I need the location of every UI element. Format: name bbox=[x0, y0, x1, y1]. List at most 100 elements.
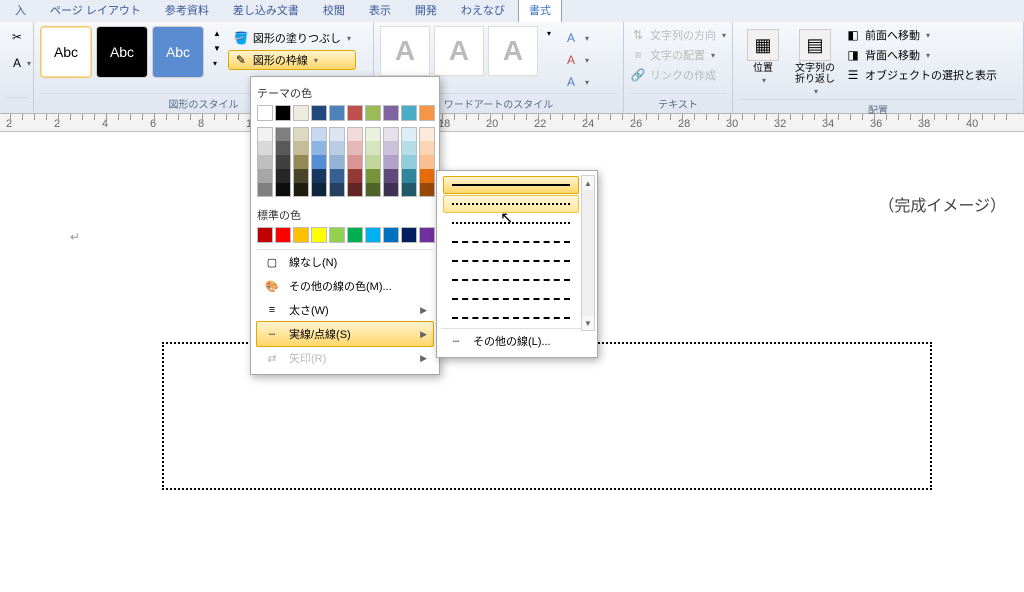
wordart-preset-2[interactable]: A bbox=[434, 26, 484, 76]
color-swatch[interactable] bbox=[347, 141, 363, 155]
color-swatch[interactable] bbox=[347, 127, 363, 141]
selection-pane-button[interactable]: ☰オブジェクトの選択と表示 bbox=[843, 66, 999, 84]
color-swatch[interactable] bbox=[383, 183, 399, 197]
dash-style-option[interactable] bbox=[443, 290, 579, 308]
color-swatch[interactable] bbox=[275, 227, 291, 243]
create-link-button[interactable]: 🔗リンクの作成 bbox=[630, 66, 726, 84]
flyout-scrollbar[interactable]: ▲ ▼ bbox=[581, 175, 595, 331]
tab-view[interactable]: 表示 bbox=[358, 0, 402, 22]
shape-fill-button[interactable]: 🪣 図形の塗りつぶし ▾ bbox=[228, 28, 356, 48]
color-swatch[interactable] bbox=[401, 105, 417, 121]
text-outline-button[interactable]: A▾ bbox=[558, 50, 594, 70]
shape-outline-button[interactable]: ✎ 図形の枠線 ▾ bbox=[228, 50, 356, 70]
color-swatch[interactable] bbox=[419, 141, 435, 155]
color-swatch[interactable] bbox=[401, 155, 417, 169]
shape-style-gallery-up[interactable]: ▲ bbox=[210, 26, 224, 41]
color-swatch[interactable] bbox=[383, 105, 399, 121]
color-swatch[interactable] bbox=[329, 141, 345, 155]
dash-style-option[interactable] bbox=[443, 252, 579, 270]
text-wrap-button[interactable]: ▤ 文字列の 折り返し ▾ bbox=[791, 26, 839, 99]
position-button[interactable]: ▦ 位置 ▾ bbox=[739, 26, 787, 88]
color-swatch[interactable] bbox=[293, 169, 309, 183]
text-align-button[interactable]: ≡文字の配置▾ bbox=[630, 46, 726, 64]
color-swatch[interactable] bbox=[329, 127, 345, 141]
color-swatch[interactable] bbox=[401, 141, 417, 155]
color-swatch[interactable] bbox=[419, 169, 435, 183]
dashes-submenu-item[interactable]: ┄ 実線/点線(S) ▶ bbox=[256, 321, 434, 347]
color-swatch[interactable] bbox=[383, 141, 399, 155]
color-swatch[interactable] bbox=[311, 169, 327, 183]
color-swatch[interactable] bbox=[347, 105, 363, 121]
dash-style-option[interactable] bbox=[443, 309, 579, 327]
color-swatch[interactable] bbox=[383, 155, 399, 169]
scroll-down-icon[interactable]: ▼ bbox=[582, 316, 594, 330]
color-swatch[interactable] bbox=[275, 127, 291, 141]
color-swatch[interactable] bbox=[365, 105, 381, 121]
tab-waenabi[interactable]: わえなび bbox=[450, 0, 516, 22]
color-swatch[interactable] bbox=[329, 105, 345, 121]
color-swatch[interactable] bbox=[419, 183, 435, 197]
color-swatch[interactable] bbox=[257, 127, 273, 141]
color-swatch[interactable] bbox=[257, 141, 273, 155]
color-swatch[interactable] bbox=[419, 227, 435, 243]
bring-forward-button[interactable]: ◧前面へ移動▾ bbox=[843, 26, 999, 44]
wordart-preset-3[interactable]: A bbox=[488, 26, 538, 76]
shape-style-gallery-more[interactable]: ▾ bbox=[210, 56, 224, 71]
scroll-up-icon[interactable]: ▲ bbox=[582, 176, 594, 190]
edit-shape-button[interactable]: ✂ bbox=[6, 26, 28, 48]
dash-style-option[interactable] bbox=[443, 271, 579, 289]
color-swatch[interactable] bbox=[275, 155, 291, 169]
color-swatch[interactable] bbox=[311, 105, 327, 121]
wordart-gallery-more[interactable]: ▾ bbox=[544, 26, 554, 41]
color-swatch[interactable] bbox=[293, 127, 309, 141]
color-swatch[interactable] bbox=[401, 183, 417, 197]
color-swatch[interactable] bbox=[365, 183, 381, 197]
color-swatch[interactable] bbox=[383, 127, 399, 141]
color-swatch[interactable] bbox=[311, 155, 327, 169]
dash-style-option[interactable] bbox=[443, 195, 579, 213]
text-effects-button[interactable]: A▾ bbox=[558, 72, 594, 92]
color-swatch[interactable] bbox=[365, 127, 381, 141]
color-swatch[interactable] bbox=[311, 127, 327, 141]
text-box-button[interactable]: A▾ bbox=[6, 52, 34, 74]
wordart-preset-1[interactable]: A bbox=[380, 26, 430, 76]
color-swatch[interactable] bbox=[275, 183, 291, 197]
shape-style-preset-3[interactable]: Abc bbox=[152, 26, 204, 78]
color-swatch[interactable] bbox=[329, 227, 345, 243]
arrows-submenu-item[interactable]: ⇄ 矢印(R) ▶ bbox=[257, 346, 433, 370]
color-swatch[interactable] bbox=[311, 183, 327, 197]
color-swatch[interactable] bbox=[347, 155, 363, 169]
weight-submenu-item[interactable]: ≡ 太さ(W) ▶ bbox=[257, 298, 433, 322]
color-swatch[interactable] bbox=[365, 227, 381, 243]
color-swatch[interactable] bbox=[401, 169, 417, 183]
color-swatch[interactable] bbox=[311, 141, 327, 155]
shape-style-gallery-down[interactable]: ▼ bbox=[210, 41, 224, 56]
color-swatch[interactable] bbox=[329, 169, 345, 183]
color-swatch[interactable] bbox=[365, 141, 381, 155]
tab-developer[interactable]: 開発 bbox=[404, 0, 448, 22]
shape-style-preset-2[interactable]: Abc bbox=[96, 26, 148, 78]
color-swatch[interactable] bbox=[347, 169, 363, 183]
dash-style-option[interactable] bbox=[443, 214, 579, 232]
color-swatch[interactable] bbox=[293, 155, 309, 169]
more-lines-item[interactable]: ┄ その他の線(L)... bbox=[441, 328, 593, 353]
color-swatch[interactable] bbox=[365, 169, 381, 183]
color-swatch[interactable] bbox=[401, 227, 417, 243]
color-swatch[interactable] bbox=[275, 141, 291, 155]
color-swatch[interactable] bbox=[275, 169, 291, 183]
dash-style-option[interactable] bbox=[443, 233, 579, 251]
color-swatch[interactable] bbox=[365, 155, 381, 169]
color-swatch[interactable] bbox=[257, 155, 273, 169]
dash-style-option[interactable] bbox=[443, 176, 579, 194]
tab-page-layout[interactable]: ページ レイアウト bbox=[39, 0, 152, 22]
color-swatch[interactable] bbox=[257, 105, 273, 121]
color-swatch[interactable] bbox=[401, 127, 417, 141]
color-swatch[interactable] bbox=[311, 227, 327, 243]
color-swatch[interactable] bbox=[329, 155, 345, 169]
color-swatch[interactable] bbox=[347, 227, 363, 243]
color-swatch[interactable] bbox=[293, 183, 309, 197]
color-swatch[interactable] bbox=[293, 141, 309, 155]
color-swatch[interactable] bbox=[257, 183, 273, 197]
color-swatch[interactable] bbox=[257, 227, 273, 243]
color-swatch[interactable] bbox=[275, 105, 291, 121]
